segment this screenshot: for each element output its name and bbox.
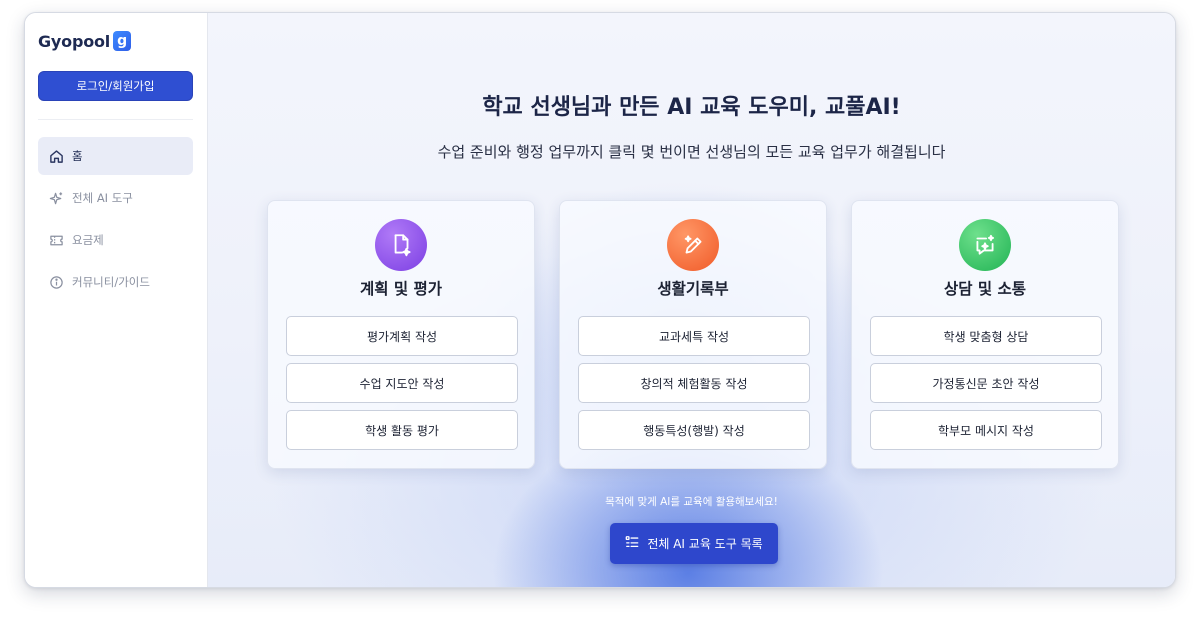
behavior-traits-button[interactable]: 행동특성(행발) 작성	[578, 410, 810, 450]
all-ai-tools-button[interactable]: 전체 AI 교육 도구 목록	[610, 523, 778, 564]
chat-sparkle-icon	[959, 219, 1011, 271]
document-sparkle-icon	[375, 219, 427, 271]
brand-name: Gyopool	[38, 31, 111, 51]
card-button-list: 평가계획 작성 수업 지도안 작성 학생 활동 평가	[286, 316, 518, 457]
page-subtitle: 수업 준비와 행정 업무까지 클릭 몇 번이면 선생님의 모든 교육 업무가 해…	[437, 143, 946, 161]
main-content: 학교 선생님과 만든 AI 교육 도우미, 교풀AI! 수업 준비와 행정 업무…	[208, 13, 1175, 587]
brand-mark-icon: g	[113, 31, 132, 51]
newsletter-draft-button[interactable]: 가정통신문 초안 작성	[870, 363, 1102, 403]
card-plan-evaluation: 계획 및 평가 평가계획 작성 수업 지도안 작성 학생 활동 평가	[267, 200, 535, 469]
evaluation-plan-button[interactable]: 평가계획 작성	[286, 316, 518, 356]
sidebar-item-all-ai-tools[interactable]: 전체 AI 도구	[38, 179, 193, 217]
sidebar-item-home[interactable]: 홈	[38, 137, 193, 175]
student-counseling-button[interactable]: 학생 맞춤형 상담	[870, 316, 1102, 356]
login-signup-button[interactable]: 로그인/회원가입	[38, 71, 193, 101]
sidebar-item-label: 커뮤니티/가이드	[72, 275, 150, 289]
page-title: 학교 선생님과 만든 AI 교육 도우미, 교풀AI!	[482, 95, 901, 120]
app-window: Gyopool g 로그인/회원가입 홈 전체 AI 도구 요금제 커뮤니티/가…	[24, 12, 1176, 588]
home-icon	[48, 148, 64, 164]
sidebar: Gyopool g 로그인/회원가입 홈 전체 AI 도구 요금제 커뮤니티/가…	[25, 13, 208, 587]
lesson-plan-button[interactable]: 수업 지도안 작성	[286, 363, 518, 403]
sidebar-item-pricing[interactable]: 요금제	[38, 221, 193, 259]
card-counseling-communication: 상담 및 소통 학생 맞춤형 상담 가정통신문 초안 작성 학부모 메시지 작성	[851, 200, 1119, 469]
sidebar-item-label: 전체 AI 도구	[72, 191, 133, 205]
card-student-records: 생활기록부 교과세특 작성 창의적 체험활동 작성 행동특성(행발) 작성	[559, 200, 827, 469]
brand-logo[interactable]: Gyopool g	[38, 31, 132, 51]
sidebar-item-community-guide[interactable]: 커뮤니티/가이드	[38, 263, 193, 301]
subject-specifics-button[interactable]: 교과세특 작성	[578, 316, 810, 356]
sidebar-nav: 홈 전체 AI 도구 요금제 커뮤니티/가이드	[38, 137, 193, 305]
sidebar-item-label: 요금제	[72, 233, 104, 247]
card-title: 계획 및 평가	[359, 280, 443, 298]
student-activity-eval-button[interactable]: 학생 활동 평가	[286, 410, 518, 450]
category-cards: 계획 및 평가 평가계획 작성 수업 지도안 작성 학생 활동 평가 생활기록부	[267, 200, 1119, 469]
sidebar-item-label: 홈	[72, 149, 83, 163]
parent-message-button[interactable]: 학부모 메시지 작성	[870, 410, 1102, 450]
card-button-list: 학생 맞춤형 상담 가정통신문 초안 작성 학부모 메시지 작성	[870, 316, 1102, 457]
info-icon	[48, 274, 64, 290]
usage-hint: 목적에 맞게 AI를 교육에 활용해보세요!	[605, 496, 778, 508]
sparkle-icon	[48, 190, 64, 206]
pencil-sparkle-icon	[667, 219, 719, 271]
list-icon	[625, 535, 639, 552]
card-button-list: 교과세특 작성 창의적 체험활동 작성 행동특성(행발) 작성	[578, 316, 810, 457]
card-title: 상담 및 소통	[943, 280, 1027, 298]
creative-activity-button[interactable]: 창의적 체험활동 작성	[578, 363, 810, 403]
all-ai-tools-label: 전체 AI 교육 도구 목록	[647, 537, 763, 551]
card-title: 생활기록부	[657, 280, 729, 298]
ticket-icon	[48, 232, 64, 248]
sidebar-divider	[38, 119, 193, 120]
